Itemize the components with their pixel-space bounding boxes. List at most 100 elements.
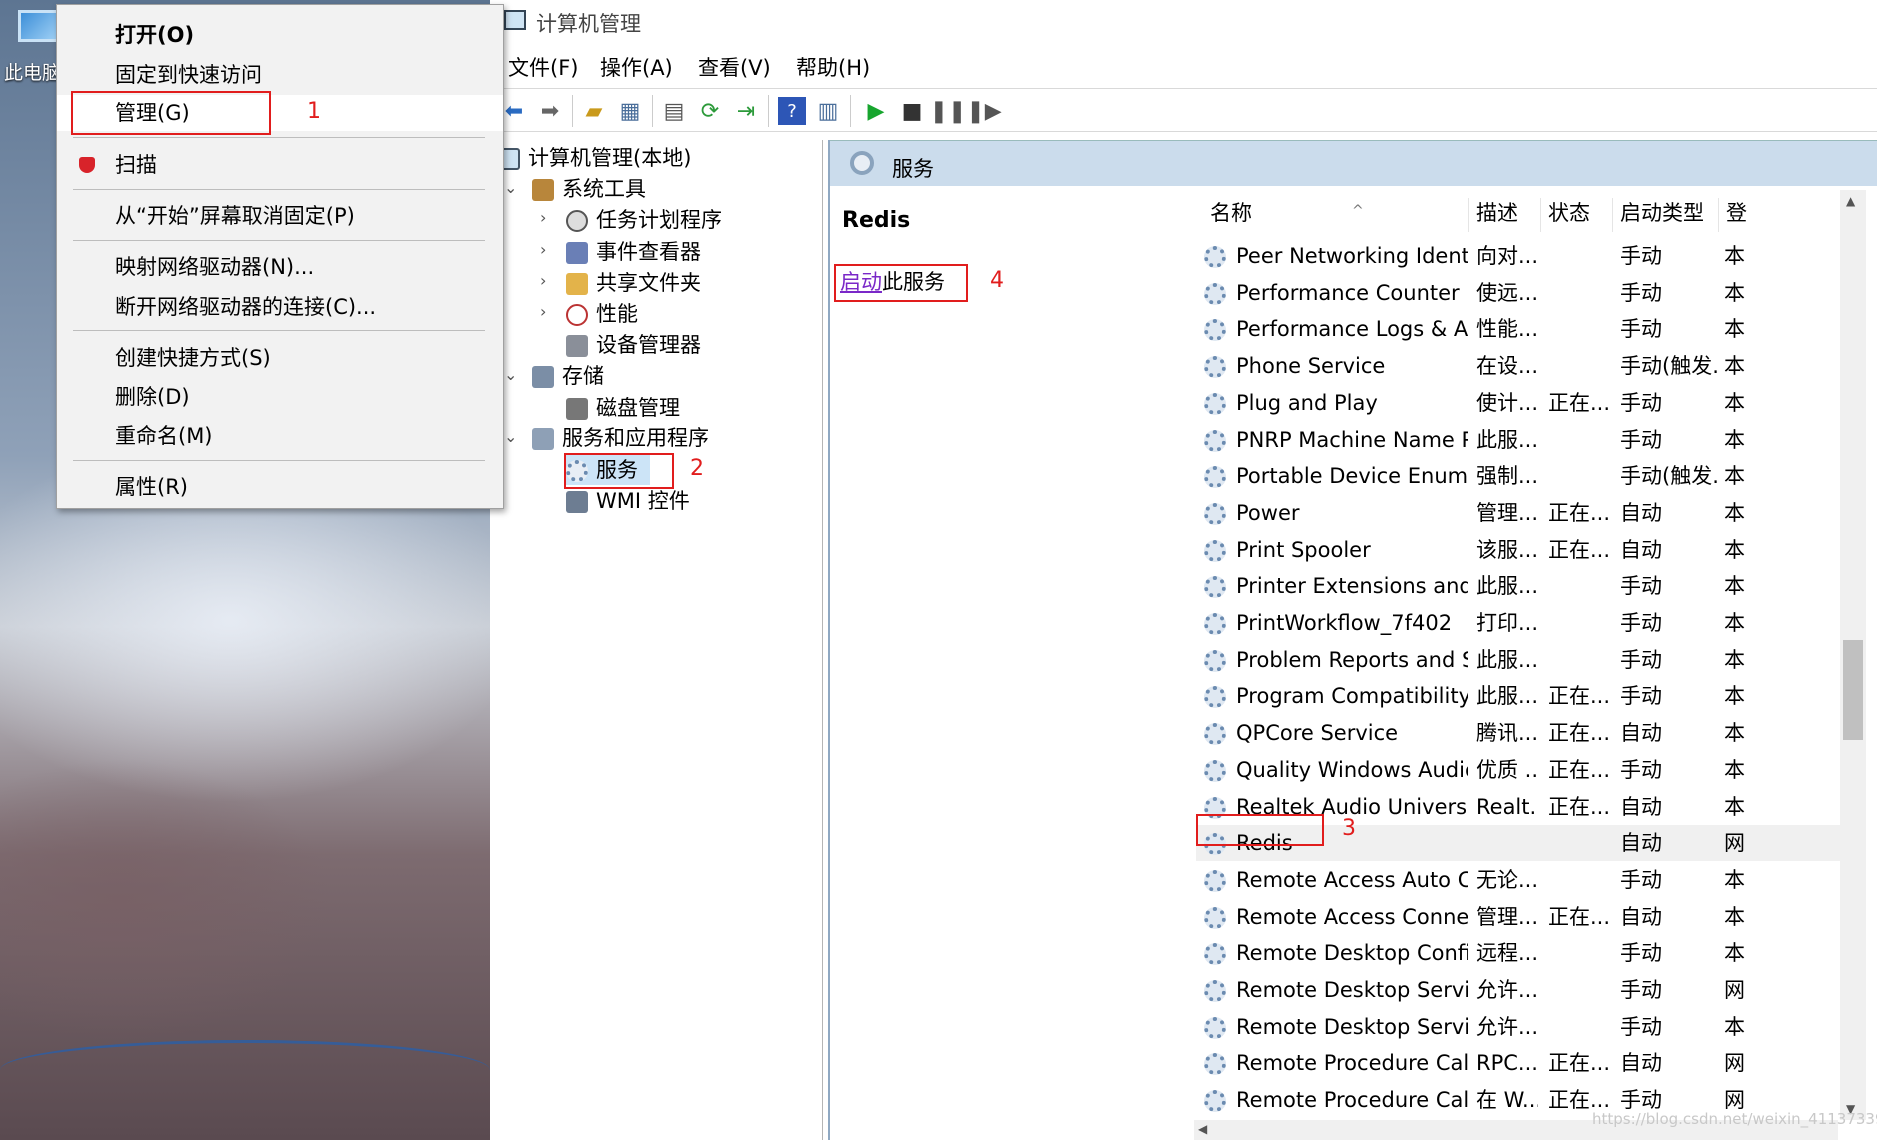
menu-item-disconnect-drive[interactable]: 断开网络驱动器的连接(C)...: [57, 289, 503, 325]
stop-service-icon[interactable]: ■: [898, 97, 926, 125]
service-row[interactable]: Peer Networking Identity ... 向对... 手动 本: [1196, 238, 1856, 274]
service-row[interactable]: Remote Desktop Services 允许... 手动 网: [1196, 972, 1856, 1008]
collapse-icon[interactable]: ⌄: [504, 178, 517, 197]
column-header-status[interactable]: 状态: [1548, 194, 1590, 232]
export-list-icon[interactable]: ⇥: [732, 97, 760, 125]
service-row[interactable]: Plug and Play 使计... 正在... 手动 本: [1196, 385, 1856, 421]
service-row[interactable]: Portable Device Enumerat... 强制... 手动(触发...…: [1196, 458, 1856, 494]
vertical-scrollbar[interactable]: ▲ ▼: [1840, 190, 1866, 1120]
menu-file[interactable]: 文件(F): [508, 52, 578, 82]
service-row[interactable]: Phone Service 在设... 手动(触发...本: [1196, 348, 1856, 384]
service-row[interactable]: Remote Access Auto Conn... 无论... 手动 本: [1196, 862, 1856, 898]
service-row[interactable]: Program Compatibility Assi... 此服... 正在... 手…: [1196, 678, 1856, 714]
service-row[interactable]: Quality Windows Audio Vi... 优质 ... 正在... 手动…: [1196, 752, 1856, 788]
service-row[interactable]: Performance Logs & Alerts 性能... 手动 本: [1196, 311, 1856, 347]
service-row[interactable]: Printer Extensions and Noti... 此服... 手动 本: [1196, 568, 1856, 604]
collapse-icon[interactable]: ⌄: [504, 427, 517, 446]
expand-icon[interactable]: ›: [540, 240, 546, 259]
event-viewer-icon: [566, 242, 588, 264]
menu-item-map-drive[interactable]: 映射网络驱动器(N)...: [57, 249, 503, 285]
action-pane-icon[interactable]: ▥: [814, 97, 842, 125]
service-row[interactable]: PNRP Machine Name Publ... 此服... 手动 本: [1196, 422, 1856, 458]
service-name: Performance Counter DLL ...: [1236, 280, 1468, 305]
gear-icon: [1204, 576, 1226, 599]
gear-icon: [1204, 686, 1226, 709]
service-row[interactable]: Print Spooler 该服... 正在... 自动 本: [1196, 532, 1856, 568]
service-row[interactable]: Problem Reports and Solut... 此服... 手动 本: [1196, 642, 1856, 678]
up-folder-icon[interactable]: ▰: [580, 97, 608, 125]
column-separator[interactable]: [1540, 198, 1541, 232]
service-row[interactable]: Power 管理... 正在... 自动 本: [1196, 495, 1856, 531]
tree-item-storage[interactable]: 存储: [532, 361, 604, 391]
column-header-logon[interactable]: 登: [1726, 194, 1747, 232]
expand-icon[interactable]: ›: [540, 302, 546, 321]
service-startup-type: 手动: [1620, 390, 1662, 415]
column-separator[interactable]: [1718, 198, 1719, 232]
service-logon: 本: [1724, 611, 1745, 635]
column-header-description[interactable]: 描述: [1476, 194, 1518, 232]
scroll-up-icon[interactable]: ▲: [1846, 194, 1855, 208]
expand-icon[interactable]: ›: [540, 208, 546, 227]
service-description: 允许...: [1476, 1014, 1538, 1039]
tree-item-performance[interactable]: 性能: [566, 299, 638, 329]
service-logon: 本: [1724, 244, 1745, 268]
pause-service-icon[interactable]: ❚❚: [930, 97, 967, 125]
expand-icon[interactable]: ›: [540, 271, 546, 290]
column-header-startup-type[interactable]: 启动类型: [1620, 194, 1704, 232]
scroll-left-icon[interactable]: ◀: [1198, 1122, 1207, 1136]
menu-item-scan[interactable]: 扫描: [57, 147, 503, 183]
refresh-icon[interactable]: ⟳: [696, 97, 724, 125]
menu-item-open[interactable]: 打开(O): [57, 17, 503, 53]
column-separator[interactable]: [1612, 198, 1613, 232]
service-name: Quality Windows Audio Vi...: [1236, 757, 1468, 782]
column-separator[interactable]: [1468, 198, 1469, 232]
tree-item-wmi[interactable]: WMI 控件: [566, 486, 690, 516]
gear-icon: [1204, 869, 1226, 892]
help-icon[interactable]: ?: [778, 97, 806, 125]
tree-item-shared-folders[interactable]: 共享文件夹: [566, 268, 701, 298]
menu-view[interactable]: 查看(V): [698, 52, 771, 82]
start-service-icon[interactable]: ▶: [862, 97, 890, 125]
service-status: 正在...: [1548, 390, 1610, 415]
gear-icon: [1204, 759, 1226, 782]
service-row[interactable]: Remote Desktop Services ... 允许... 手动 本: [1196, 1009, 1856, 1045]
forward-arrow-icon[interactable]: ➡: [536, 97, 564, 125]
service-row[interactable]: Performance Counter DLL ... 使远... 手动 本: [1196, 275, 1856, 311]
service-startup-type: 自动: [1620, 500, 1662, 525]
back-arrow-icon[interactable]: ⬅: [500, 97, 528, 125]
restart-service-icon[interactable]: ❚▶: [966, 97, 1001, 125]
menu-item-delete[interactable]: 删除(D): [57, 379, 503, 415]
service-row[interactable]: Remote Procedure Call (R... RPC... 正在... 自动…: [1196, 1045, 1856, 1081]
collapse-icon[interactable]: ⌄: [504, 365, 517, 384]
tree-item-services-apps[interactable]: 服务和应用程序: [532, 423, 709, 453]
computer-management-icon: [504, 10, 526, 30]
service-row[interactable]: Remote Access Connectio... 管理... 正在... 自动 本: [1196, 899, 1856, 935]
service-startup-type: 手动: [1620, 1014, 1662, 1039]
tree-item-task-scheduler[interactable]: 任务计划程序: [566, 205, 722, 235]
menu-separator: [73, 137, 485, 138]
tree-item-system-tools[interactable]: 系统工具: [532, 174, 646, 204]
service-row[interactable]: PrintWorkflow_7f402 打印... 手动 本: [1196, 605, 1856, 641]
menu-item-create-shortcut[interactable]: 创建快捷方式(S): [57, 340, 503, 376]
tree-item-device-manager[interactable]: 设备管理器: [566, 330, 701, 360]
shared-folder-icon: [566, 273, 588, 295]
menu-item-unpin-start[interactable]: 从“开始”屏幕取消固定(P): [57, 198, 503, 234]
tree-label: WMI 控件: [596, 489, 690, 513]
menu-help[interactable]: 帮助(H): [796, 52, 870, 82]
menu-item-properties[interactable]: 属性(R): [57, 469, 503, 505]
tree-item-disk-management[interactable]: 磁盘管理: [566, 393, 680, 423]
show-hide-tree-icon[interactable]: ▦: [616, 97, 644, 125]
tree-item-event-viewer[interactable]: 事件查看器: [566, 237, 701, 267]
annotation-number-3: 3: [1342, 816, 1356, 841]
service-row[interactable]: QPCore Service 腾讯... 正在... 自动 本: [1196, 715, 1856, 751]
properties-icon[interactable]: ▤: [660, 97, 688, 125]
tree-item-root[interactable]: 计算机管理(本地): [498, 143, 691, 173]
scrollbar-thumb[interactable]: [1843, 640, 1863, 740]
menu-item-pin-quick-access[interactable]: 固定到快速访问: [57, 57, 503, 93]
menu-action[interactable]: 操作(A): [600, 52, 673, 82]
column-header-name[interactable]: 名称 ^: [1210, 194, 1364, 232]
service-row[interactable]: Remote Desktop Configur... 远程... 手动 本: [1196, 935, 1856, 971]
menu-item-rename[interactable]: 重命名(M): [57, 418, 503, 454]
service-startup-type: 自动: [1620, 794, 1662, 819]
gear-icon: [1204, 502, 1226, 525]
